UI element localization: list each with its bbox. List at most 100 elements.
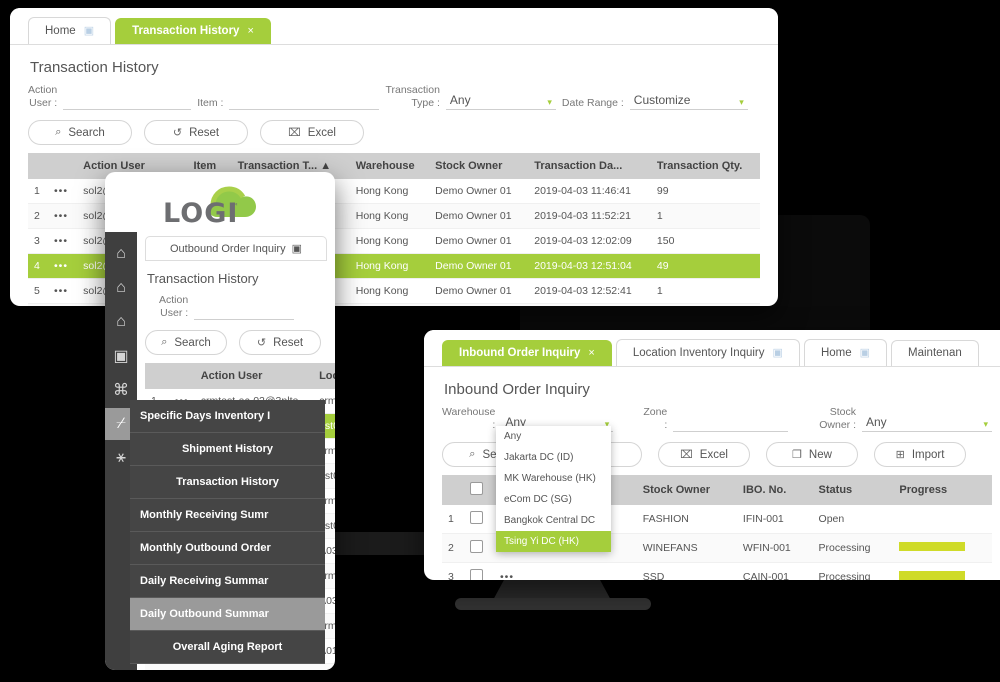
- tab-transaction-history[interactable]: Transaction History ×: [115, 18, 271, 44]
- inbound-icon[interactable]: ⌂: [105, 272, 137, 304]
- tab-outbound-order-inquiry[interactable]: Outbound Order Inquiry ▣: [145, 236, 327, 260]
- col-select-all[interactable]: [464, 475, 494, 506]
- menu-item-specific-days-inventory-i[interactable]: Specific Days Inventory I: [130, 400, 325, 433]
- menu-item-monthly-outbound-order[interactable]: Monthly Outbound Order: [130, 532, 325, 565]
- row-number: 2: [28, 203, 48, 230]
- tab-location-inventory-inquiry[interactable]: Location Inventory Inquiry ▣: [615, 339, 800, 366]
- contacts-icon[interactable]: ▣: [105, 340, 137, 372]
- tab-label: Maintenan: [908, 347, 962, 359]
- filter-input-date-range[interactable]: Customize ▾: [629, 93, 748, 111]
- button-label: Search: [68, 126, 105, 139]
- col-progress[interactable]: Progress: [893, 475, 992, 506]
- cell-transaction-qty: 99: [650, 179, 760, 205]
- warehouse-icon[interactable]: ⌂: [105, 238, 137, 270]
- cell-stock-owner: Demo Owner 01: [429, 278, 529, 305]
- dropdown-option-any[interactable]: Any: [496, 426, 611, 447]
- reports-menu-window: LOGI ™ ⌂ ⌂ ⌂ ▣ ⌘ ⌿ ⚹ Outbound Order Inquiry ▣ …: [105, 172, 335, 670]
- row-number: 3: [442, 562, 464, 580]
- reset-button[interactable]: ↺ Reset: [144, 120, 248, 146]
- col-blank[interactable]: [168, 363, 195, 390]
- menu-item-shipment-history[interactable]: Shipment History: [130, 433, 325, 466]
- dropdown-option-ecom-dc-sg[interactable]: eCom DC (SG): [496, 489, 611, 510]
- monitor-stand-base: [455, 598, 651, 610]
- table-row[interactable]: 3 ••• SSD CAIN-001 Processing: [442, 562, 992, 580]
- import-button[interactable]: ⊞ Import: [874, 442, 966, 468]
- col-ibo-no[interactable]: IBO. No.: [736, 475, 813, 506]
- close-icon[interactable]: ▣: [860, 346, 870, 359]
- tab-home[interactable]: Home ▣: [28, 17, 112, 44]
- menu-item-daily-outbound-summar[interactable]: Daily Outbound Summar: [130, 598, 325, 631]
- window1-buttons: ⌕ Search ↺ Reset ⌧ Excel: [28, 120, 760, 146]
- close-icon[interactable]: ▣: [292, 242, 302, 255]
- row-menu-icon[interactable]: •••: [47, 179, 78, 205]
- row-menu-icon[interactable]: •••: [47, 203, 78, 230]
- search-button[interactable]: ⌕ Search: [28, 120, 132, 146]
- new-button[interactable]: ❐ New: [766, 442, 858, 468]
- chevron-down-icon[interactable]: ▾: [739, 97, 744, 108]
- search-button[interactable]: ⌕ Search: [145, 330, 227, 356]
- col-loc[interactable]: Loc: [313, 363, 335, 390]
- dropdown-option-bangkok-central-dc[interactable]: Bangkok Central DC: [496, 510, 611, 531]
- cell-transaction-qty: 150: [650, 228, 760, 255]
- col-blank[interactable]: [28, 153, 48, 180]
- col-blank[interactable]: [47, 153, 78, 180]
- row-menu-icon[interactable]: •••: [494, 562, 522, 580]
- checkbox-icon[interactable]: [470, 540, 483, 554]
- tab-inbound-order-inquiry[interactable]: Inbound Order Inquiry ×: [442, 340, 612, 366]
- row-checkbox[interactable]: [464, 562, 494, 580]
- excel-button[interactable]: ⌧ Excel: [260, 120, 364, 146]
- filter-input-transaction-type[interactable]: Any ▾: [445, 93, 556, 111]
- col-action-user[interactable]: Action User: [194, 363, 314, 390]
- chevron-down-icon[interactable]: ▾: [983, 419, 988, 430]
- outbound-icon[interactable]: ⌂: [105, 306, 137, 338]
- cell-transaction-date: 2019-04-03 12:02:09: [528, 228, 651, 255]
- filter-input-action-user[interactable]: [63, 93, 192, 111]
- reset-button[interactable]: ↺ Reset: [239, 330, 321, 356]
- warehouse-dropdown-list[interactable]: Any Jakarta DC (ID) MK Warehouse (HK) eCom …: [496, 426, 611, 552]
- filter-input-stock-owner[interactable]: Any ▾: [862, 415, 992, 433]
- inbound-order-inquiry-window: Inbound Order Inquiry × Location Invento…: [424, 330, 1000, 580]
- tab-label: Outbound Order Inquiry: [170, 242, 286, 255]
- row-menu-icon[interactable]: •••: [168, 663, 195, 670]
- col-status[interactable]: Status: [812, 475, 894, 506]
- dropdown-option-jakarta-dc-id[interactable]: Jakarta DC (ID): [496, 447, 611, 468]
- filter-date-range: Date Range : Customize ▾: [562, 93, 748, 111]
- row-menu-icon[interactable]: •••: [47, 278, 78, 305]
- reports-menu-popup: Specific Days Inventory I Shipment Histor…: [130, 400, 325, 664]
- menu-item-monthly-receiving-sumr[interactable]: Monthly Receiving Sumr: [130, 499, 325, 532]
- filter-input-zone[interactable]: [673, 415, 789, 433]
- filter-input-item[interactable]: [229, 93, 380, 111]
- checkbox-icon[interactable]: [470, 569, 483, 580]
- col-transaction-qty[interactable]: Transaction Qty.: [650, 153, 760, 180]
- action-user-input[interactable]: [194, 303, 295, 321]
- menu-item-transaction-history[interactable]: Transaction History: [130, 466, 325, 499]
- window1-tabbar: Home ▣ Transaction History ×: [10, 8, 778, 44]
- close-icon[interactable]: ×: [588, 347, 594, 359]
- close-icon[interactable]: ▣: [84, 24, 94, 37]
- checkbox-icon[interactable]: [470, 511, 483, 525]
- col-blank[interactable]: [145, 363, 169, 390]
- row-menu-icon[interactable]: •••: [47, 253, 78, 280]
- chevron-down-icon[interactable]: ▾: [547, 97, 552, 108]
- checkbox-icon[interactable]: [470, 482, 483, 496]
- col-transaction-da[interactable]: Transaction Da...: [528, 153, 651, 180]
- row-menu-icon[interactable]: •••: [47, 303, 78, 306]
- tab-maintenan[interactable]: Maintenan: [891, 340, 979, 366]
- cell-stock-owner: Demo Owner 01: [429, 253, 529, 280]
- menu-item-daily-receiving-summar[interactable]: Daily Receiving Summar: [130, 565, 325, 598]
- table-row[interactable]: 12 ••• crmtest-ac-02@3plto... crmt: [145, 663, 335, 670]
- col-stock-owner[interactable]: Stock Owner: [429, 153, 529, 180]
- tab-home[interactable]: Home ▣: [803, 339, 888, 366]
- row-number: 6: [28, 303, 48, 306]
- col-stock-owner[interactable]: Stock Owner: [636, 475, 737, 506]
- row-checkbox[interactable]: [464, 533, 494, 564]
- dropdown-option-mk-warehouse-hk[interactable]: MK Warehouse (HK): [496, 468, 611, 489]
- menu-item-overall-aging-report[interactable]: Overall Aging Report: [130, 631, 325, 664]
- row-checkbox[interactable]: [464, 505, 494, 535]
- dropdown-option-tsing-yi-dc-hk[interactable]: Tsing Yi DC (HK): [496, 531, 611, 552]
- close-icon[interactable]: ▣: [773, 346, 783, 359]
- col-warehouse[interactable]: Warehouse: [349, 153, 430, 180]
- excel-button[interactable]: ⌧ Excel: [658, 442, 750, 468]
- row-menu-icon[interactable]: •••: [47, 228, 78, 255]
- close-icon[interactable]: ×: [247, 25, 253, 37]
